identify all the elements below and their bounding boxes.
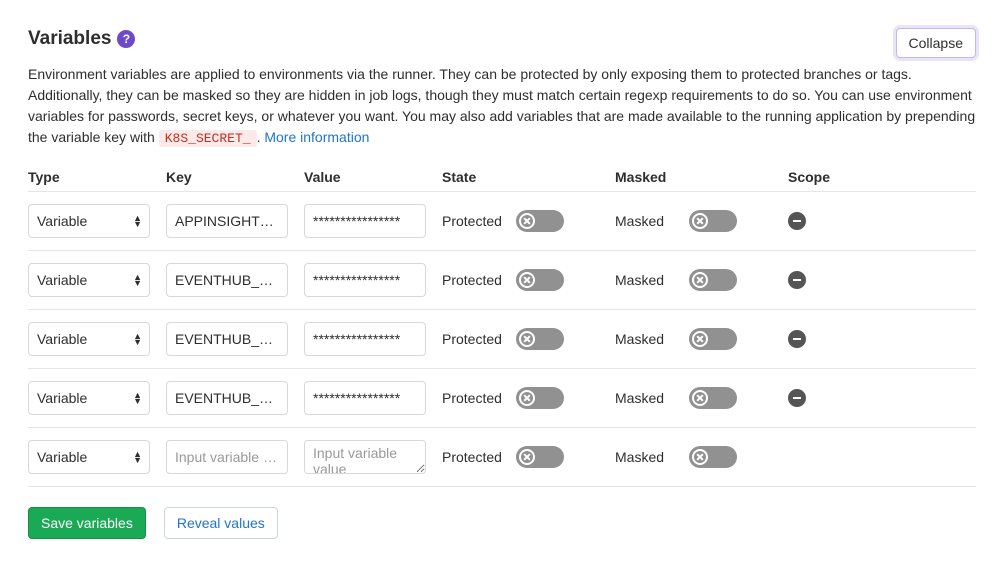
remove-icon[interactable]: [788, 330, 806, 348]
x-icon: [692, 449, 708, 465]
x-icon: [519, 331, 535, 347]
masked-label: Masked: [615, 449, 677, 465]
x-icon: [519, 390, 535, 406]
table-header: Type Key Value State Masked Scope: [28, 163, 976, 191]
col-scope: Scope: [788, 169, 838, 185]
key-input[interactable]: [166, 263, 288, 297]
protected-toggle[interactable]: [516, 210, 564, 232]
protected-toggle[interactable]: [516, 387, 564, 409]
protected-toggle[interactable]: [516, 269, 564, 291]
value-input[interactable]: [304, 322, 426, 356]
key-input[interactable]: [166, 322, 288, 356]
masked-toggle[interactable]: [689, 446, 737, 468]
masked-toggle[interactable]: [689, 210, 737, 232]
state-label: Protected: [442, 213, 504, 229]
x-icon: [519, 272, 535, 288]
protected-toggle[interactable]: [516, 446, 564, 468]
value-input[interactable]: [304, 263, 426, 297]
value-input[interactable]: [304, 381, 426, 415]
masked-label: Masked: [615, 213, 677, 229]
state-label: Protected: [442, 449, 504, 465]
table-row: Variable▲▼ProtectedMasked: [28, 310, 976, 369]
remove-icon[interactable]: [788, 389, 806, 407]
key-input[interactable]: [166, 381, 288, 415]
masked-label: Masked: [615, 390, 677, 406]
x-icon: [519, 213, 535, 229]
type-select[interactable]: Variable: [28, 440, 150, 474]
save-variables-button[interactable]: Save variables: [28, 507, 146, 539]
value-input[interactable]: [304, 204, 426, 238]
help-icon[interactable]: ?: [117, 30, 135, 48]
table-row: Variable▲▼ProtectedMasked: [28, 428, 976, 487]
state-label: Protected: [442, 390, 504, 406]
x-icon: [692, 390, 708, 406]
masked-label: Masked: [615, 331, 677, 347]
col-masked: Masked: [615, 169, 780, 185]
protected-toggle[interactable]: [516, 328, 564, 350]
type-select[interactable]: Variable: [28, 322, 150, 356]
collapse-button[interactable]: Collapse: [896, 28, 976, 58]
table-row: Variable▲▼ProtectedMasked: [28, 251, 976, 310]
value-input[interactable]: [304, 440, 426, 474]
reveal-values-button[interactable]: Reveal values: [164, 507, 278, 539]
state-label: Protected: [442, 331, 504, 347]
x-icon: [692, 272, 708, 288]
masked-toggle[interactable]: [689, 328, 737, 350]
col-state: State: [442, 169, 607, 185]
type-select[interactable]: Variable: [28, 263, 150, 297]
key-input[interactable]: [166, 204, 288, 238]
x-icon: [692, 213, 708, 229]
col-key: Key: [166, 169, 296, 185]
state-label: Protected: [442, 272, 504, 288]
table-row: Variable▲▼ProtectedMasked: [28, 191, 976, 251]
col-value: Value: [304, 169, 434, 185]
title-text: Variables: [28, 28, 111, 50]
key-input[interactable]: [166, 440, 288, 474]
col-type: Type: [28, 169, 158, 185]
type-select[interactable]: Variable: [28, 204, 150, 238]
k8s-secret-code: K8S_SECRET_: [159, 130, 257, 147]
masked-toggle[interactable]: [689, 387, 737, 409]
masked-toggle[interactable]: [689, 269, 737, 291]
remove-icon[interactable]: [788, 212, 806, 230]
masked-label: Masked: [615, 272, 677, 288]
page-title: Variables ?: [28, 28, 135, 50]
x-icon: [519, 449, 535, 465]
x-icon: [692, 331, 708, 347]
type-select[interactable]: Variable: [28, 381, 150, 415]
table-row: Variable▲▼ProtectedMasked: [28, 369, 976, 428]
remove-icon[interactable]: [788, 271, 806, 289]
description-text: Environment variables are applied to env…: [28, 64, 976, 149]
more-information-link[interactable]: More information: [264, 129, 369, 145]
